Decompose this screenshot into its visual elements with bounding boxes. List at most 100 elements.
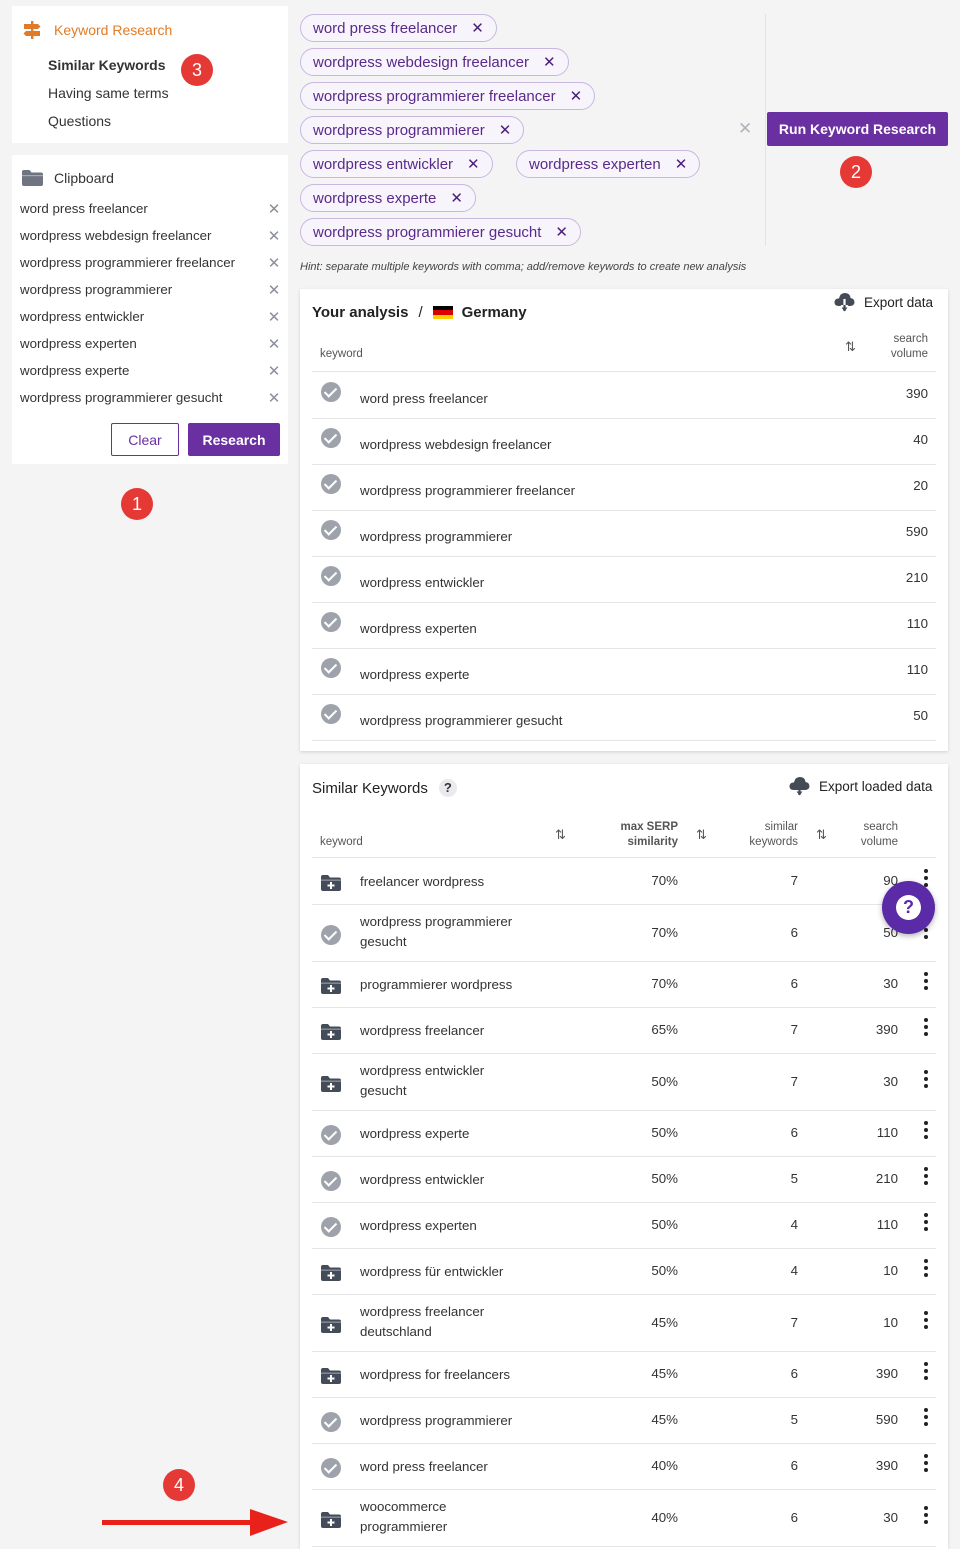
similar-keyword-row: wordpress experte 50% 6 110	[312, 1110, 936, 1156]
keyword-chip-label: word press freelancer	[313, 19, 458, 37]
kebab-dot	[924, 1519, 928, 1524]
check-icon[interactable]	[321, 1412, 341, 1432]
max-serp-similarity-value: 65%	[651, 1022, 678, 1037]
close-icon[interactable]: ✕	[266, 281, 282, 299]
close-icon[interactable]: ✕	[570, 87, 583, 105]
keyword-chip[interactable]: wordpress entwickler ✕	[300, 150, 493, 178]
similar-keyword-row: wordpress experten 50% 4 110	[312, 1202, 936, 1248]
check-icon[interactable]	[321, 1125, 341, 1145]
nav-item-having-same-terms[interactable]: Having same terms	[48, 85, 169, 101]
close-icon[interactable]: ✕	[471, 19, 484, 37]
keyword-chip[interactable]: wordpress programmierer freelancer ✕	[300, 82, 596, 110]
help-chat-button[interactable]: ?	[882, 881, 935, 934]
clear-all-icon[interactable]: ✕	[738, 119, 752, 139]
close-icon[interactable]: ✕	[266, 362, 282, 380]
keyword-label: wordpress entwickler gesucht	[360, 1061, 484, 1101]
kebab-dot	[924, 986, 928, 990]
add-to-clipboard-button[interactable]	[321, 1511, 341, 1528]
similar-keywords-value: 6	[790, 976, 798, 991]
close-icon[interactable]: ✕	[266, 254, 282, 272]
export-loaded-data-button[interactable]: Export loaded data	[789, 776, 932, 796]
more-options-icon[interactable]	[924, 1167, 928, 1188]
check-icon[interactable]	[321, 1458, 341, 1478]
close-icon[interactable]: ✕	[266, 227, 282, 245]
keyword-line: freelancer wordpress	[360, 874, 485, 889]
keyword-label: wordpress für entwickler	[360, 1262, 503, 1282]
research-button[interactable]: Research	[188, 423, 280, 456]
add-to-clipboard-button[interactable]	[321, 1075, 341, 1092]
nav-header[interactable]: Keyword Research	[22, 20, 172, 40]
sort-icon[interactable]: ⇅	[696, 827, 707, 843]
max-serp-similarity-value: 70%	[651, 976, 678, 991]
analysis-row: wordpress experten 110	[312, 602, 936, 648]
close-icon[interactable]: ✕	[450, 189, 463, 207]
more-options-icon[interactable]	[924, 1505, 928, 1527]
close-icon[interactable]: ✕	[555, 223, 568, 241]
similar-keyword-row: wordpress freelancer deutschland 45% 7 10	[312, 1294, 936, 1351]
close-icon[interactable]: ✕	[543, 53, 556, 71]
sort-icon[interactable]: ⇅	[845, 339, 856, 355]
check-icon[interactable]	[321, 658, 341, 678]
keyword-chip[interactable]: wordpress experten ✕	[516, 150, 701, 178]
add-to-clipboard-button[interactable]	[321, 1024, 341, 1040]
check-icon[interactable]	[321, 1171, 341, 1191]
export-data-button[interactable]: Export data	[834, 292, 933, 312]
check-icon[interactable]	[321, 1217, 341, 1237]
check-icon[interactable]	[321, 612, 341, 632]
keyword-label: wordpress programmierer	[360, 529, 513, 544]
more-options-icon[interactable]	[924, 1121, 928, 1142]
sort-icon[interactable]: ⇅	[555, 827, 566, 843]
kebab-dot	[924, 979, 928, 983]
clear-button[interactable]: Clear	[111, 423, 179, 456]
kebab-dot	[924, 972, 928, 976]
kebab-dot	[924, 1018, 928, 1022]
more-options-icon[interactable]	[924, 1362, 928, 1383]
kebab-dot	[924, 1454, 928, 1458]
check-icon[interactable]	[321, 428, 341, 448]
more-options-icon[interactable]	[924, 1069, 928, 1091]
max-serp-similarity-value: 40%	[651, 1458, 678, 1473]
check-icon[interactable]	[321, 382, 341, 402]
add-to-clipboard-button[interactable]	[321, 1265, 341, 1281]
more-options-icon[interactable]	[924, 1018, 928, 1039]
nav-item-similar-keywords[interactable]: Similar Keywords	[48, 57, 166, 73]
keyword-line: wordpress freelancer	[360, 1304, 485, 1319]
keyword-line: wordpress experte	[360, 1126, 470, 1141]
more-options-icon[interactable]	[924, 1213, 928, 1234]
close-icon[interactable]: ✕	[266, 335, 282, 353]
more-options-icon[interactable]	[924, 1408, 928, 1429]
keyword-chip[interactable]: wordpress experte ✕	[300, 184, 476, 212]
keyword-chip[interactable]: wordpress programmierer gesucht ✕	[300, 218, 581, 246]
add-to-clipboard-button[interactable]	[321, 1368, 341, 1384]
more-options-icon[interactable]	[924, 1454, 928, 1475]
column-header-similar-keywords: similar keywords	[730, 820, 798, 850]
close-icon[interactable]: ✕	[266, 389, 282, 407]
export-data-label: Export data	[864, 294, 934, 310]
check-icon[interactable]	[321, 474, 341, 494]
more-options-icon[interactable]	[924, 972, 928, 993]
more-options-icon[interactable]	[924, 1310, 928, 1332]
sort-icon[interactable]: ⇅	[816, 827, 827, 843]
analysis-title: Your analysis / Germany	[312, 304, 527, 321]
column-header-search-volume: search volume	[840, 820, 898, 850]
more-options-icon[interactable]	[924, 1259, 928, 1280]
help-icon[interactable]: ?	[438, 779, 457, 797]
add-to-clipboard-button[interactable]	[321, 1316, 341, 1333]
close-icon[interactable]: ✕	[266, 308, 282, 326]
nav-item-questions[interactable]: Questions	[48, 113, 111, 129]
add-to-clipboard-button[interactable]	[321, 875, 341, 891]
keyword-chip[interactable]: word press freelancer ✕	[300, 14, 497, 42]
check-icon[interactable]	[321, 566, 341, 586]
close-icon[interactable]: ✕	[675, 155, 688, 173]
close-icon[interactable]: ✕	[499, 121, 512, 139]
keyword-chip[interactable]: wordpress webdesign freelancer ✕	[300, 48, 569, 76]
close-icon[interactable]: ✕	[266, 200, 282, 218]
check-icon[interactable]	[321, 520, 341, 540]
keyword-chip[interactable]: wordpress programmierer ✕	[300, 116, 525, 144]
add-to-clipboard-button[interactable]	[321, 978, 341, 994]
check-icon[interactable]	[321, 704, 341, 724]
run-keyword-research-button[interactable]: Run Keyword Research	[767, 112, 948, 146]
check-icon[interactable]	[321, 924, 341, 945]
close-icon[interactable]: ✕	[467, 155, 480, 173]
clipboard-header: Clipboard	[22, 170, 114, 186]
